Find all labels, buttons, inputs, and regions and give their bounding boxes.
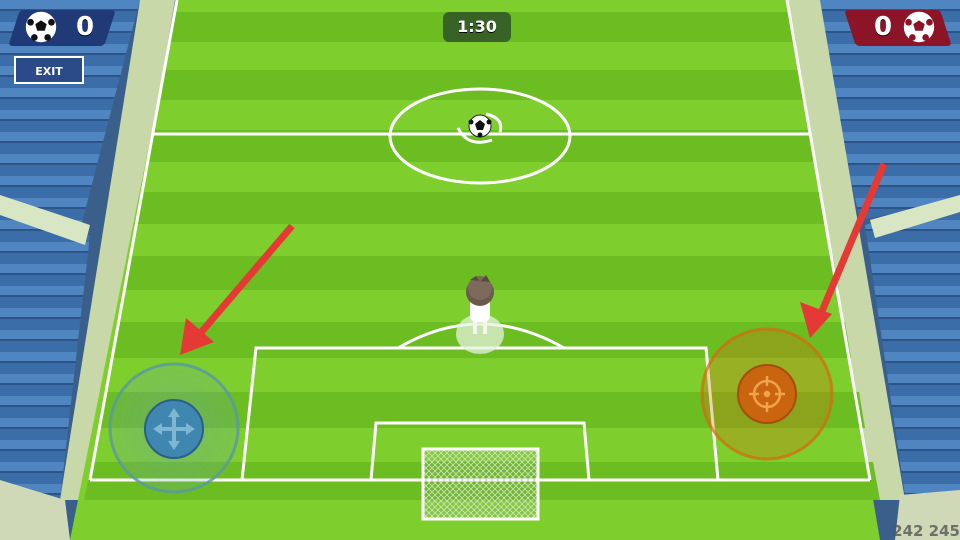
move-joystick[interactable] — [108, 362, 240, 494]
match-timer: 1:30 — [443, 12, 511, 42]
game-scene — [0, 0, 960, 540]
goal-net — [421, 447, 540, 521]
score-left-value: 0 — [75, 12, 95, 42]
score-left-team: 0 — [8, 9, 116, 46]
score-right-team: 0 — [844, 9, 952, 46]
soccer-ball-icon — [901, 9, 937, 45]
fps-readout: 242 245 — [892, 522, 960, 540]
soccer-ball-icon — [23, 9, 59, 45]
action-button[interactable] — [700, 327, 834, 461]
score-right-value: 0 — [873, 12, 893, 42]
exit-button[interactable]: EXIT — [14, 56, 84, 84]
